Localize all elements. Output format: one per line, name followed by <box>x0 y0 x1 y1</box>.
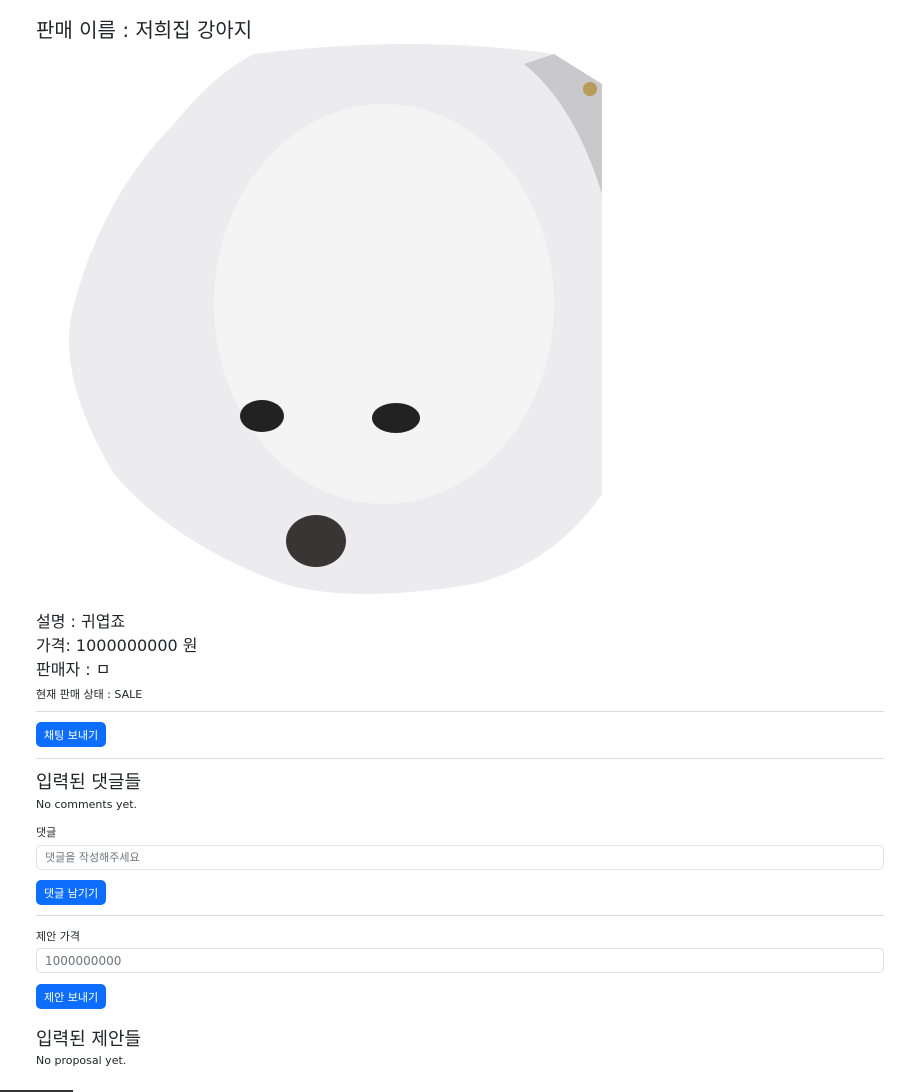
chat-button[interactable]: 채팅 보내기 <box>36 722 107 747</box>
proposals-heading: 입력된 제안들 <box>36 1029 142 1050</box>
price: 가격: 1000000000 원 <box>36 636 198 655</box>
comment-input[interactable] <box>36 845 884 870</box>
submit-proposal-button[interactable]: 제안 보내기 <box>36 984 107 1009</box>
comments-heading: 입력된 댓글들 <box>36 772 142 793</box>
comment-label: 댓글 <box>36 826 57 839</box>
page-title: 판매 이름 : 저희집 강아지 <box>36 18 253 42</box>
divider <box>36 915 884 916</box>
sale-status: 현재 판매 상태 : SALE <box>36 688 143 701</box>
description: 설명 : 귀엽죠 <box>36 612 126 631</box>
submit-comment-button[interactable]: 댓글 남기기 <box>36 880 107 905</box>
divider <box>36 711 884 712</box>
seller: 판매자 : ㅁ <box>36 660 111 679</box>
no-comments-text: No comments yet. <box>36 798 138 811</box>
proposal-price-input[interactable] <box>36 948 884 973</box>
divider <box>36 758 884 759</box>
proposal-price-label: 제안 가격 <box>36 930 80 943</box>
product-image <box>69 44 602 594</box>
no-proposal-text: No proposal yet. <box>36 1054 127 1067</box>
